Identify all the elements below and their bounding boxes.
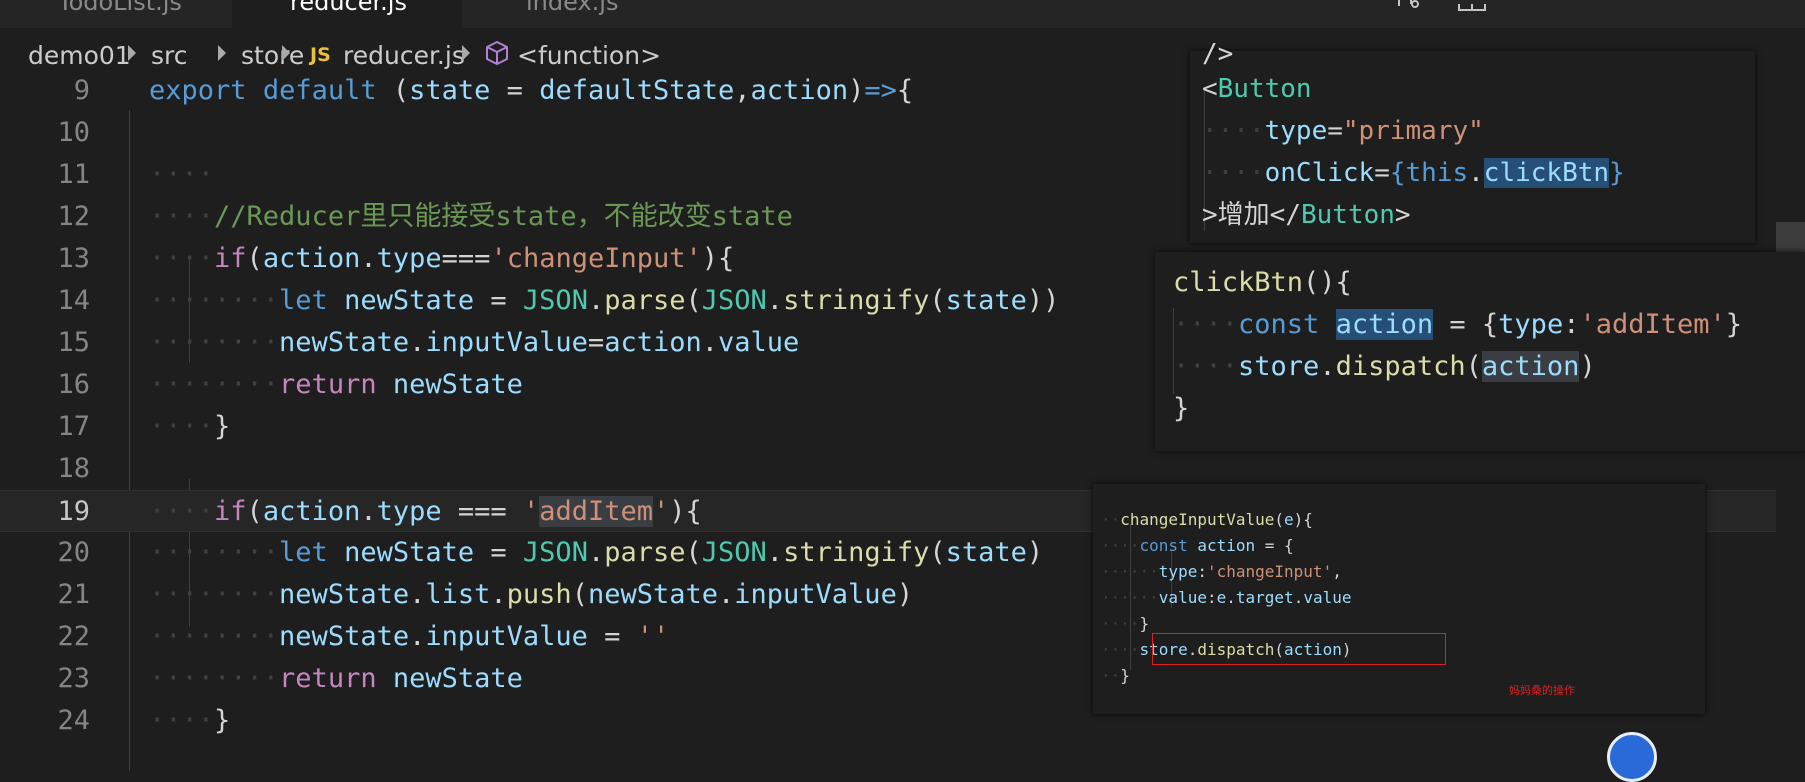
symbol-method-cube-icon — [485, 40, 509, 66]
tab-reducer[interactable]: reducer.js — [232, 0, 462, 28]
editor-tab-bar: TodoList.js reducer.js index.js — [0, 0, 1805, 28]
line-number: 17 — [57, 411, 90, 442]
chevron-right-icon — [462, 45, 470, 61]
line-number: 20 — [57, 537, 90, 568]
chevron-right-icon — [282, 45, 290, 61]
line-number: 15 — [57, 327, 90, 358]
line-number: 10 — [57, 117, 90, 148]
line-number: 18 — [57, 453, 90, 484]
chevron-right-icon — [218, 45, 226, 61]
tab-index[interactable]: index.js — [464, 0, 696, 28]
line-number: 9 — [73, 75, 90, 106]
split-editor-icon[interactable] — [1458, 0, 1486, 12]
javascript-file-icon: JS — [310, 44, 331, 66]
scrollbar-thumb[interactable] — [1776, 222, 1805, 252]
floating-record-button[interactable] — [1607, 732, 1657, 782]
overlay-changeinputvalue-snippet: ··changeInputValue(e){ ····const action … — [1093, 484, 1705, 714]
tab-todolist[interactable]: TodoList.js — [0, 0, 232, 28]
breadcrumb-symbol[interactable]: <function> — [517, 41, 661, 70]
line-number: 21 — [57, 579, 90, 610]
line-number: 19 — [57, 496, 90, 527]
overlay-clickbtn-snippet: clickBtn(){ ····const action = {type:'ad… — [1155, 252, 1805, 451]
breadcrumb-file[interactable]: reducer.js — [343, 41, 465, 70]
overlay-button-jsx-snippet: /> <Button ····type="primary" ····onClic… — [1190, 39, 1755, 243]
line-number: 11 — [57, 159, 90, 190]
chevron-right-icon — [128, 45, 136, 61]
line-number: 14 — [57, 285, 90, 316]
breadcrumb-folder-store[interactable]: store — [241, 41, 304, 70]
breadcrumb-folder-demo01[interactable]: demo01 — [28, 41, 131, 70]
line-number: 16 — [57, 369, 90, 400]
line-number: 12 — [57, 201, 90, 232]
line-number: 13 — [57, 243, 90, 274]
red-highlight-box — [1152, 633, 1446, 665]
red-annotation-note: 妈妈桑的操作 — [1509, 684, 1575, 697]
breadcrumb-folder-src[interactable]: src — [151, 41, 188, 70]
line-number: 24 — [57, 705, 90, 736]
line-number: 23 — [57, 663, 90, 694]
split-compare-icon[interactable] — [1395, 0, 1425, 12]
line-number: 22 — [57, 621, 90, 652]
